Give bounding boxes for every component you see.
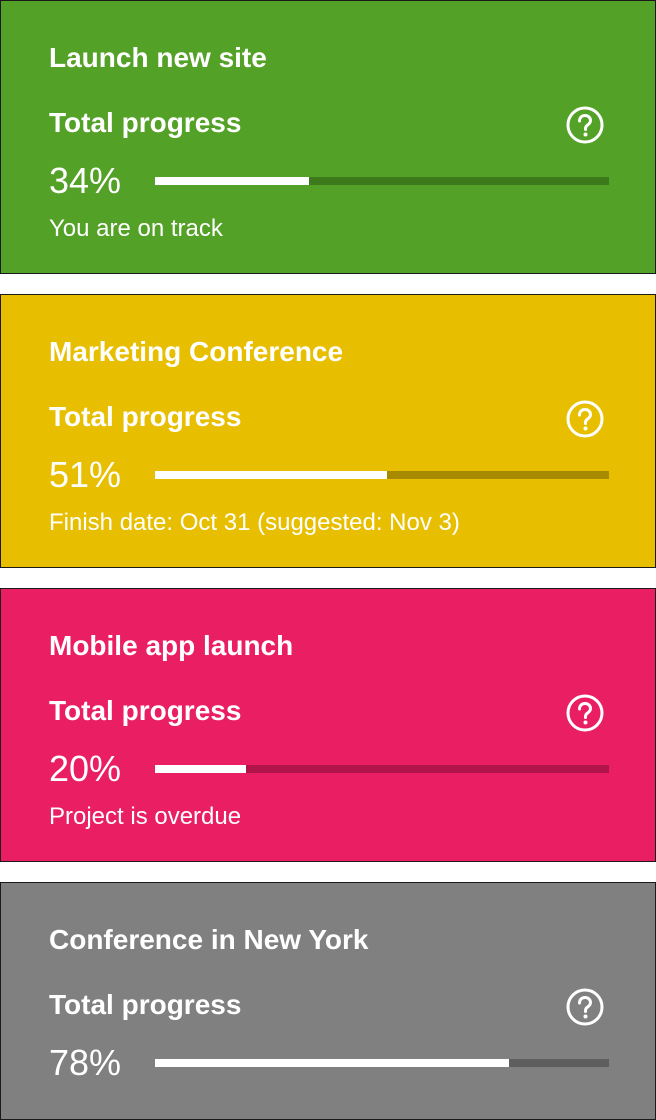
progress-bar (155, 765, 609, 773)
status-text: Finish date: Oct 31 (suggested: Nov 3) (49, 509, 460, 536)
progress-bar-fill (155, 471, 387, 479)
card-title: Marketing Conference (49, 336, 344, 367)
help-icon-graphic (566, 106, 604, 144)
progress-bar-fill (155, 177, 310, 185)
help-icon[interactable] (565, 987, 605, 1027)
help-icon[interactable] (565, 105, 605, 145)
card-title: Launch new site (49, 42, 267, 73)
project-card-launch-new-site: Launch new site Total progress 34% You a… (0, 0, 656, 274)
progress-percent: 20% (49, 748, 122, 789)
help-icon-graphic (566, 694, 604, 732)
total-progress-label: Total progress (49, 695, 242, 726)
card-title: Conference in New York (49, 924, 369, 955)
project-card-marketing-conference: Marketing Conference Total progress 51% … (0, 294, 656, 568)
total-progress-label: Total progress (49, 989, 242, 1020)
progress-bar (155, 471, 609, 479)
project-card-mobile-app-launch: Mobile app launch Total progress 20% Pro… (0, 588, 656, 862)
card-title: Mobile app launch (49, 630, 294, 661)
total-progress-label: Total progress (49, 401, 242, 432)
progress-bar (155, 177, 609, 185)
status-text: Project is overdue (49, 803, 242, 830)
status-text: You are on track (49, 215, 223, 242)
progress-bar-fill (155, 1059, 510, 1067)
help-icon-graphic (566, 400, 604, 438)
progress-percent: 34% (49, 160, 122, 201)
progress-percent: 78% (49, 1042, 122, 1083)
progress-percent: 51% (49, 454, 122, 495)
help-icon[interactable] (565, 399, 605, 439)
total-progress-label: Total progress (49, 107, 242, 138)
help-icon[interactable] (565, 693, 605, 733)
progress-bar (155, 1059, 609, 1067)
progress-bar-fill (155, 765, 246, 773)
help-icon-graphic (566, 988, 604, 1026)
project-card-conference-in-new-york: Conference in New York Total progress 78… (0, 882, 656, 1120)
